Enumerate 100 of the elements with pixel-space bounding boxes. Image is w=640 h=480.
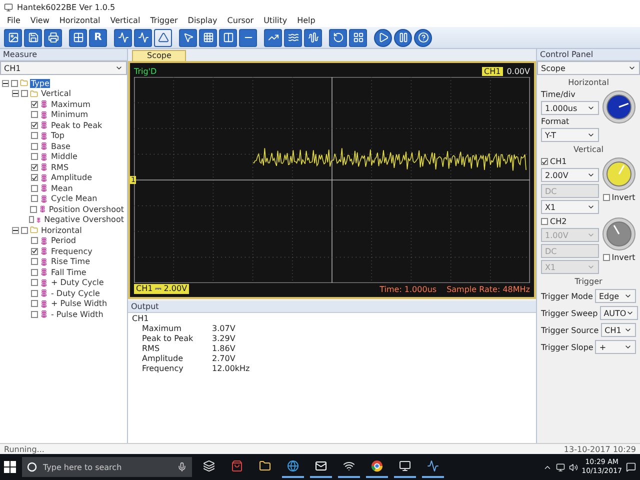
menu-item[interactable]: Display <box>182 16 222 25</box>
dropdown[interactable]: 1.000us <box>541 101 599 115</box>
tree-item[interactable]: RMS <box>50 162 70 172</box>
toolbar-button[interactable] <box>394 28 412 46</box>
tree-item[interactable]: Vertical <box>40 89 72 98</box>
tree-item[interactable]: Cycle Mean <box>50 194 98 204</box>
menu-item[interactable]: Help <box>292 16 320 25</box>
menu-item[interactable]: Cursor <box>222 16 259 25</box>
windows-logo-icon[interactable] <box>4 461 16 473</box>
tree-item[interactable]: Maximum <box>50 100 92 109</box>
checkbox[interactable] <box>31 153 38 160</box>
checkbox[interactable] <box>541 158 548 165</box>
checkbox[interactable] <box>31 248 38 255</box>
menu-item[interactable]: Vertical <box>105 16 146 25</box>
volts-knob[interactable] <box>602 217 636 251</box>
checkbox[interactable] <box>11 80 18 87</box>
tree-item[interactable]: Mean <box>50 184 74 193</box>
channel-select[interactable]: CH1 <box>0 61 127 75</box>
menu-item[interactable]: View <box>25 16 54 25</box>
checkbox[interactable] <box>30 206 37 213</box>
tree-item[interactable]: Amplitude <box>50 173 93 182</box>
checkbox[interactable] <box>31 164 38 171</box>
notification-icon[interactable] <box>626 462 636 472</box>
dropdown[interactable]: Y-T <box>541 128 599 142</box>
dropdown[interactable]: Edge <box>594 289 636 303</box>
menu-item[interactable]: Utility <box>258 16 292 25</box>
expander-icon[interactable] <box>12 226 19 234</box>
tree-item[interactable]: + Duty Cycle <box>50 278 105 288</box>
toolbar-button[interactable] <box>134 28 152 46</box>
checkbox[interactable] <box>31 279 38 286</box>
tree-item[interactable]: Minimum <box>50 110 90 120</box>
tree-item[interactable]: Rise Time <box>50 257 91 266</box>
toolbar-button[interactable] <box>24 28 42 46</box>
toolbar-button[interactable] <box>44 28 62 46</box>
checkbox[interactable] <box>31 184 38 192</box>
checkbox[interactable] <box>31 100 38 108</box>
checkbox[interactable] <box>31 310 38 318</box>
dropdown[interactable]: X1 <box>541 200 599 214</box>
tree-item[interactable]: Period <box>50 236 77 246</box>
tree-item[interactable]: Horizontal <box>40 226 83 235</box>
toolbar-button[interactable] <box>154 28 172 46</box>
toolbar-button[interactable] <box>304 28 322 46</box>
tree-item[interactable]: Position Overshoot <box>48 204 125 214</box>
toolbar-button[interactable] <box>264 28 282 46</box>
toolbar-button[interactable] <box>284 28 302 46</box>
scope-tab[interactable]: Scope <box>132 50 186 61</box>
tree-item[interactable]: - Duty Cycle <box>50 288 101 298</box>
checkbox[interactable] <box>31 300 38 308</box>
search-input[interactable]: Type here to search <box>41 462 173 472</box>
tree-item[interactable]: Frequency <box>50 246 94 256</box>
menu-item[interactable]: File <box>2 16 26 25</box>
volume-icon[interactable] <box>568 462 578 472</box>
checkbox[interactable] <box>31 258 38 266</box>
toolbar-button[interactable] <box>414 28 432 46</box>
toolbar-button[interactable] <box>329 28 347 46</box>
checkbox[interactable] <box>31 237 38 244</box>
microphone-icon[interactable] <box>177 462 187 472</box>
tree-item[interactable]: Middle <box>50 152 78 162</box>
dropdown[interactable]: + <box>595 340 636 354</box>
expander-icon[interactable] <box>12 90 19 98</box>
dropdown[interactable]: CH1 <box>600 323 636 337</box>
checkbox[interactable] <box>31 174 38 182</box>
tree-item[interactable]: Base <box>50 142 72 151</box>
tree-item[interactable]: Type <box>30 78 50 88</box>
checkbox[interactable] <box>28 216 34 224</box>
tree-item[interactable]: Fall Time <box>50 268 88 277</box>
checkbox[interactable] <box>602 194 610 201</box>
tree-item[interactable]: + Pulse Width <box>50 299 108 308</box>
checkbox[interactable] <box>31 111 38 118</box>
checkbox[interactable] <box>21 90 28 98</box>
view-select[interactable]: Scope <box>537 61 640 75</box>
checkbox[interactable] <box>21 226 28 234</box>
toolbar-button[interactable] <box>114 28 132 46</box>
toolbar-button[interactable] <box>199 28 217 46</box>
checkbox[interactable] <box>31 122 38 129</box>
checkbox[interactable] <box>31 290 38 297</box>
toolbar-button[interactable] <box>4 28 22 46</box>
dropdown[interactable]: AUTO <box>600 306 638 320</box>
search-bar[interactable]: Type here to search <box>22 457 192 477</box>
volts-knob[interactable] <box>602 157 636 191</box>
network-icon[interactable] <box>556 462 565 472</box>
checkbox[interactable] <box>602 254 610 261</box>
tree-item[interactable]: Negative Overshoot <box>43 215 125 224</box>
toolbar-button[interactable] <box>219 28 237 46</box>
checkbox[interactable] <box>31 195 38 202</box>
menu-item[interactable]: Horizontal <box>54 16 106 25</box>
checkbox[interactable] <box>541 218 548 225</box>
tree-item[interactable]: Top <box>50 131 66 140</box>
tree-item[interactable]: - Pulse Width <box>50 310 104 319</box>
toolbar-button[interactable] <box>179 28 197 46</box>
expander-icon[interactable] <box>2 80 9 87</box>
toolbar-button[interactable]: R <box>89 28 107 46</box>
dropdown[interactable]: 2.00V <box>541 168 599 182</box>
checkbox[interactable] <box>31 132 38 140</box>
toolbar-button[interactable] <box>374 28 392 46</box>
checkbox[interactable] <box>31 142 38 150</box>
checkbox[interactable] <box>31 268 38 276</box>
menu-item[interactable]: Trigger <box>145 16 183 25</box>
time-knob[interactable] <box>602 90 636 124</box>
tree-item[interactable]: Peak to Peak <box>50 120 104 130</box>
